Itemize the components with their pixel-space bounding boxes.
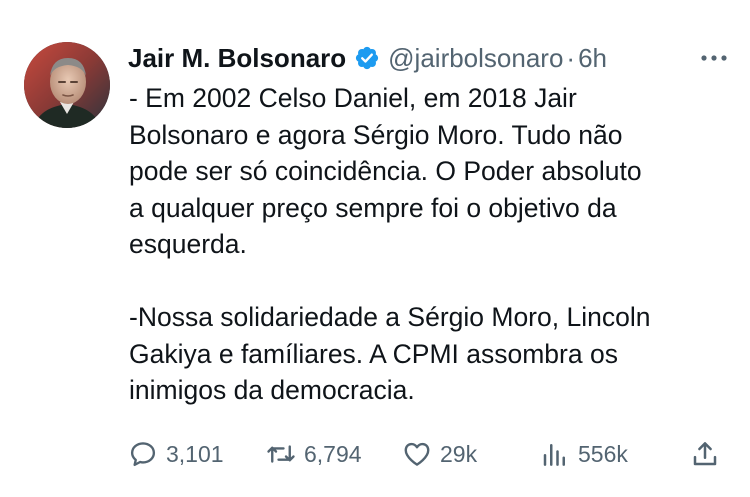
tweet-paragraph-1: - Em 2002 Celso Daniel, em 2018 Jair Bol…: [129, 83, 642, 259]
more-button[interactable]: [698, 42, 730, 74]
like-icon: [404, 442, 430, 466]
tweet-paragraph-2: -Nossa solidariedade a Sérgio Moro, Linc…: [129, 302, 651, 405]
verified-badge-icon: [356, 46, 379, 70]
reply-count: 3,101: [166, 440, 224, 467]
repost-count: 6,794: [304, 440, 362, 467]
avatar[interactable]: [24, 42, 110, 128]
repost-button[interactable]: 6,794: [266, 432, 362, 476]
reply-button[interactable]: 3,101: [128, 432, 224, 476]
author-handle[interactable]: @jairbolsonaro: [388, 43, 563, 74]
like-count: 29k: [440, 440, 478, 467]
share-button[interactable]: [690, 432, 728, 476]
tweet-header: Jair M. Bolsonaro @jairbolsonaro · 6h: [128, 38, 730, 78]
views-icon: [543, 444, 565, 466]
separator-dot: ·: [566, 42, 576, 73]
tweet-text: - Em 2002 Celso Daniel, em 2018 Jair Bol…: [129, 80, 739, 409]
views-count: 556k: [578, 440, 628, 467]
author-name[interactable]: Jair M. Bolsonaro: [128, 43, 346, 74]
more-icon: [701, 55, 727, 61]
reply-icon: [130, 442, 156, 467]
avatar-image: [24, 42, 110, 128]
like-button[interactable]: 29k: [402, 432, 477, 476]
timestamp[interactable]: 6h: [578, 43, 607, 74]
views-button[interactable]: 556k: [540, 432, 628, 476]
share-icon: [693, 442, 717, 466]
repost-icon: [267, 445, 295, 463]
action-bar: 3,101 6,794 29k 556k: [128, 432, 728, 476]
